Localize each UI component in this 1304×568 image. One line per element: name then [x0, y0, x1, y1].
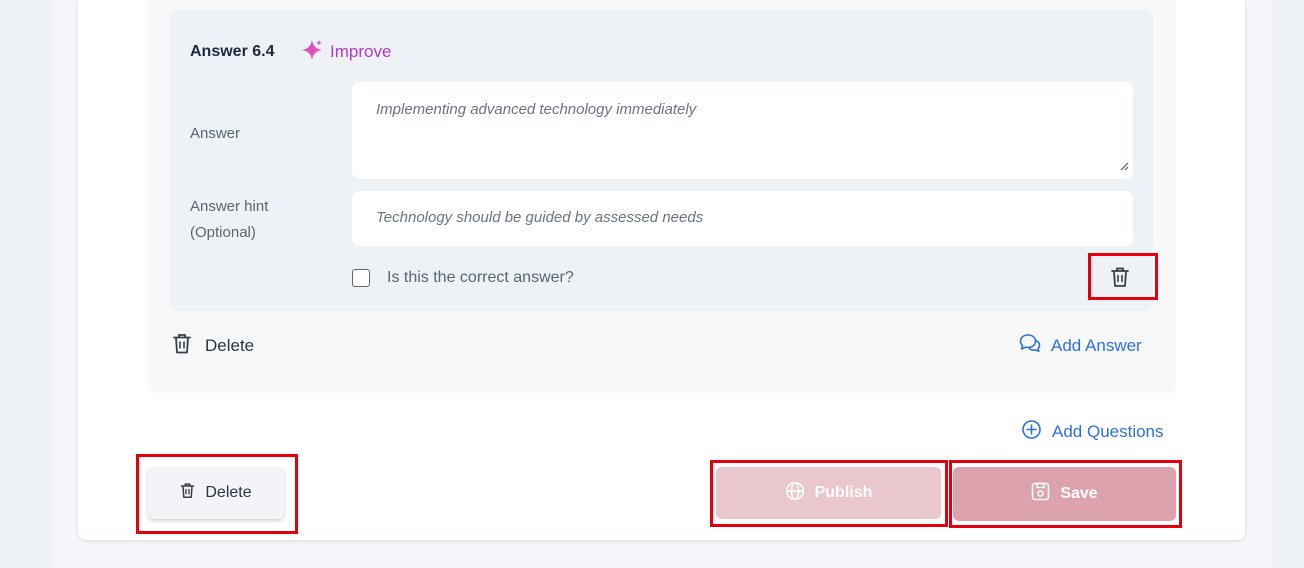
answer-hint-text: Technology should be guided by assessed … — [376, 209, 704, 226]
add-answer-label: Add Answer — [1051, 335, 1142, 355]
answer-title: Answer 6.4 — [190, 43, 275, 60]
hint-label-line2: (Optional) — [190, 224, 256, 241]
delete-question-button[interactable]: Delete — [172, 332, 254, 360]
correct-answer-label: Is this the correct answer? — [387, 269, 574, 286]
add-questions-label: Add Questions — [1052, 422, 1164, 441]
plus-circle-icon — [1021, 419, 1042, 445]
add-questions-button[interactable]: Add Questions — [1021, 419, 1164, 445]
highlight-delete-answer — [1088, 253, 1158, 300]
improve-label: Improve — [330, 42, 392, 61]
highlight-publish — [710, 460, 948, 527]
hint-label: Answer hint (Optional) — [190, 194, 268, 246]
answer-hint-input[interactable]: Technology should be guided by assessed … — [352, 191, 1133, 246]
answer-textarea[interactable]: Implementing advanced technology immedia… — [352, 82, 1133, 179]
sparkle-icon — [300, 38, 324, 67]
answer-label: Answer — [190, 125, 241, 142]
delete-question-label: Delete — [205, 336, 255, 355]
hint-label-line1: Answer hint — [190, 198, 269, 215]
highlight-save — [949, 460, 1182, 528]
chat-bubbles-icon — [1019, 333, 1041, 358]
correct-answer-checkbox[interactable] — [352, 269, 370, 287]
add-answer-button[interactable]: Add Answer — [1019, 333, 1142, 358]
trash-icon — [172, 332, 192, 360]
highlight-delete-quiz — [136, 454, 298, 534]
answer-text: Implementing advanced technology immedia… — [376, 101, 697, 118]
improve-button[interactable]: Improve — [300, 38, 392, 67]
resize-grip-icon[interactable] — [1119, 158, 1129, 176]
